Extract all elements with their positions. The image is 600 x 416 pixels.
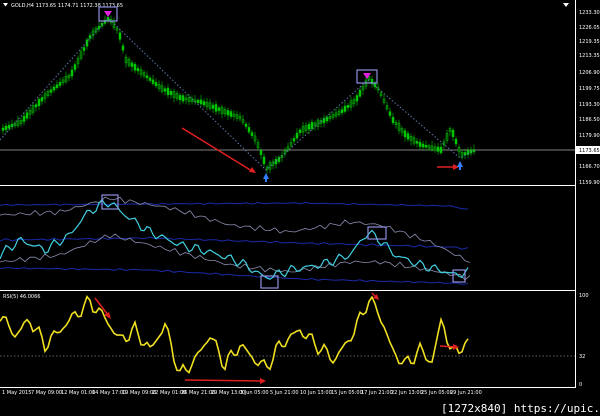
price-tick: 1219.35	[579, 39, 600, 45]
time-label: 10 Jun 13:00	[300, 390, 332, 396]
price-tick: 1206.90	[579, 70, 600, 76]
symbol-header: GOLD,H4 1173.65 1174.71 1172.38 1173.65	[11, 3, 123, 9]
time-label: 17 Jun 21:00	[361, 390, 393, 396]
svg-text:1226.05: 1226.05	[579, 25, 600, 31]
divergence-arrow-line	[184, 379, 263, 382]
svg-text:1233.30: 1233.30	[579, 10, 600, 16]
mt4-chart-window[interactable]: GOLD,H4 1173.65 1174.71 1172.38 1173.65	[0, 0, 600, 416]
chart-background	[0, 0, 600, 416]
svg-text:1186.50: 1186.50	[579, 117, 600, 123]
divergence-arrow-line	[439, 345, 456, 348]
svg-text:1219.35: 1219.35	[579, 39, 600, 45]
current-price-label: 1173.65	[579, 148, 600, 154]
svg-text:1213.35: 1213.35	[579, 53, 600, 59]
price-tick: 1166.70	[579, 164, 600, 170]
rsi-tick: 0	[579, 382, 582, 388]
time-label: 5 Jun 21:00	[270, 390, 299, 396]
time-label: 15 Jun 05:00	[331, 390, 363, 396]
price-tick: 1199.75	[579, 86, 600, 92]
up-arrow-icon-stem	[459, 167, 461, 170]
price-tick: 1159.90	[579, 180, 600, 186]
time-label: 29 Jun 21:00	[450, 390, 482, 396]
svg-text:1193.30: 1193.30	[579, 102, 600, 108]
time-label: 12 May 01:00	[61, 390, 95, 396]
rsi-tick: 32	[579, 354, 585, 360]
watermark-text: [1272x840] https://upic.me/	[441, 402, 600, 415]
svg-text:1166.70: 1166.70	[579, 164, 600, 170]
svg-text:100: 100	[579, 293, 589, 299]
svg-text:1206.90: 1206.90	[579, 70, 600, 76]
svg-text:1179.90: 1179.90	[579, 133, 600, 139]
price-tick: 1213.35	[579, 53, 600, 59]
price-tick: 1186.50	[579, 117, 600, 123]
svg-text:0: 0	[579, 382, 582, 388]
price-tick: 1193.30	[579, 102, 600, 108]
time-label: 1 May 2015	[2, 390, 31, 396]
watermark: [1272x840] https://upic.me/	[438, 401, 600, 416]
price-tick: 1179.90	[579, 133, 600, 139]
svg-text:1199.75: 1199.75	[579, 86, 600, 92]
svg-text:32: 32	[579, 354, 585, 360]
price-tick: 1233.30	[579, 10, 600, 16]
price-tick: 1226.05	[579, 25, 600, 31]
time-label: 22 Jun 13:00	[391, 390, 423, 396]
time-label: 25 Jun 05:00	[421, 390, 453, 396]
time-axis[interactable]: 1 May 2015 7 May 09:00 12 May 01:00 14 M…	[2, 390, 482, 396]
rsi-label: RSI(5) 46.0066	[3, 294, 40, 300]
svg-text:1159.90: 1159.90	[579, 180, 600, 186]
time-label: 7 May 09:00	[31, 390, 62, 396]
time-label: 3 Jun 05:00	[240, 390, 269, 396]
up-arrow-icon-stem	[265, 179, 267, 182]
rsi-tick: 100	[579, 293, 589, 299]
